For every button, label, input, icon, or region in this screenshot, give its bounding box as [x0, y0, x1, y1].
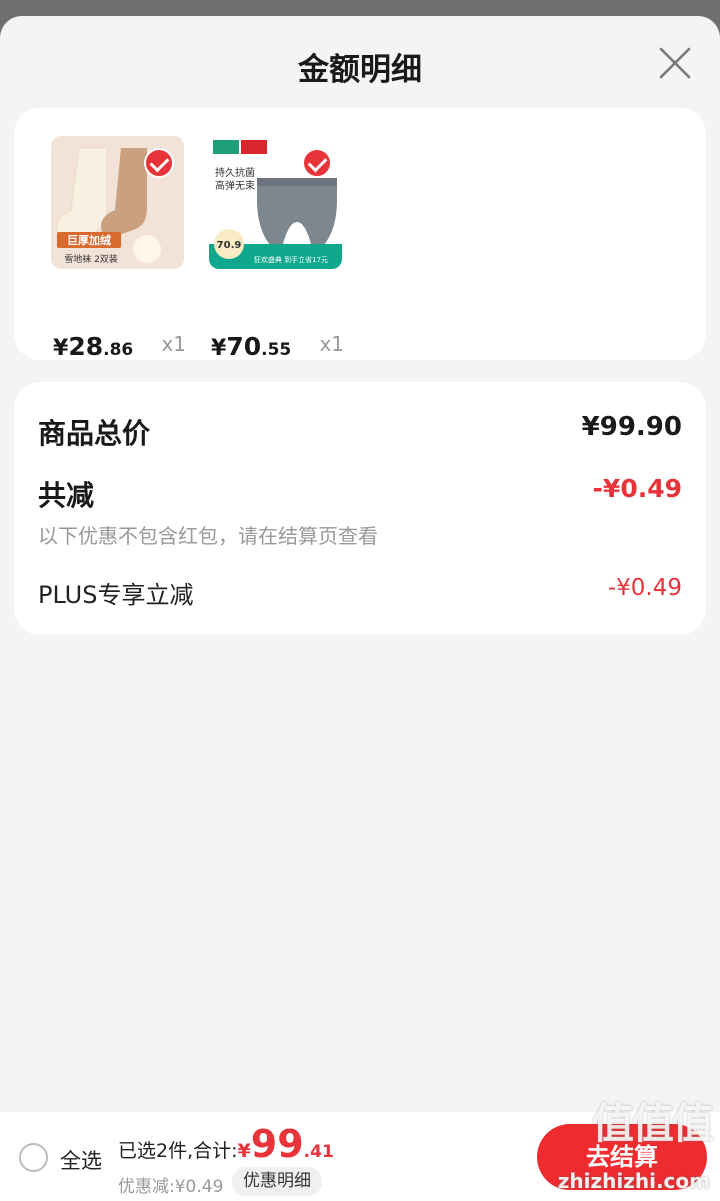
amount-detail-sheet: 金额明细 巨厚加绒 雪地袜 2双装 ¥28.86 x1 持久抗菌 高弹无束 70…: [0, 16, 720, 1201]
total-price-value: ¥99.90: [581, 412, 682, 442]
goods-price: ¥28.86: [53, 332, 134, 361]
product-tag-text: 持久抗菌: [215, 166, 255, 179]
plus-discount-label: PLUS专享立减: [38, 581, 194, 609]
product-image-underwear: 持久抗菌 高弹无束 70.9 狂欢盛典 到手立省17元: [209, 136, 342, 269]
reduce-value: -¥0.49: [592, 474, 682, 503]
product-price-tag: 70.9: [217, 240, 242, 251]
total-price-label: 商品总价: [38, 417, 151, 450]
select-all-label[interactable]: 全选: [60, 1145, 102, 1175]
reduce-note: 以下优惠不包含红包，请在结算页查看: [38, 524, 378, 548]
checked-icon[interactable]: [144, 148, 174, 178]
product-banner-text: 狂欢盛典 到手立省17元: [254, 255, 328, 264]
watermark-url: zhizhizhi.com: [557, 1169, 710, 1193]
goods-price: ¥70.55: [211, 332, 292, 361]
close-icon[interactable]: [658, 46, 692, 80]
discount-summary: 优惠减:¥0.49: [118, 1177, 224, 1197]
plus-discount-value: -¥0.49: [607, 575, 682, 601]
checkout-bar: 全选 已选2件,合计:¥99.41 优惠减:¥0.49 优惠明细 去结算 值值值…: [0, 1099, 720, 1201]
reduce-label: 共减: [38, 479, 95, 512]
price-summary-card: 商品总价 ¥99.90 共减 -¥0.49 以下优惠不包含红包，请在结算页查看 …: [14, 382, 706, 635]
goods-quantity: x1: [319, 332, 344, 356]
checked-icon[interactable]: [302, 148, 332, 178]
watermark-logo: 值值值: [591, 1099, 714, 1148]
sheet-title: 金额明细: [298, 52, 422, 88]
goods-quantity: x1: [161, 332, 186, 356]
select-all-radio[interactable]: [19, 1143, 48, 1172]
product-tag-text: 巨厚加绒: [67, 233, 111, 247]
product-tag-subtext: 雪地袜 2双装: [64, 253, 118, 265]
product-image-socks: 巨厚加绒 雪地袜 2双装: [51, 136, 184, 269]
selected-summary: 已选2件,合计:¥99.41: [118, 1122, 334, 1166]
discount-detail-button[interactable]: 优惠明细: [232, 1167, 322, 1196]
product-tag-text: 高弹无束: [215, 179, 255, 192]
goods-card: 巨厚加绒 雪地袜 2双装 ¥28.86 x1 持久抗菌 高弹无束 70.9 狂欢…: [14, 108, 706, 361]
